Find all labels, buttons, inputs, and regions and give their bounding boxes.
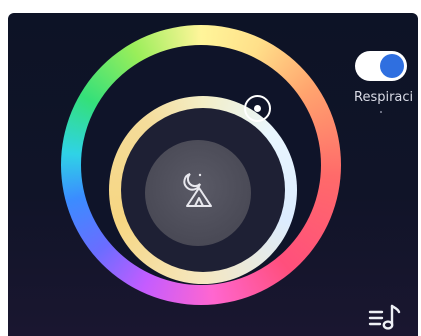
label-dot (380, 111, 382, 113)
toggle-knob (380, 54, 404, 78)
scene-center-button[interactable] (145, 140, 251, 246)
moon-tent-icon (183, 173, 212, 207)
breathing-toggle[interactable] (355, 51, 407, 81)
app-screen: Respiraci (8, 13, 418, 336)
color-picker-handle[interactable] (244, 95, 271, 122)
breathing-toggle-label: Respiraci (354, 90, 414, 105)
music-playlist-icon[interactable] (368, 302, 402, 332)
